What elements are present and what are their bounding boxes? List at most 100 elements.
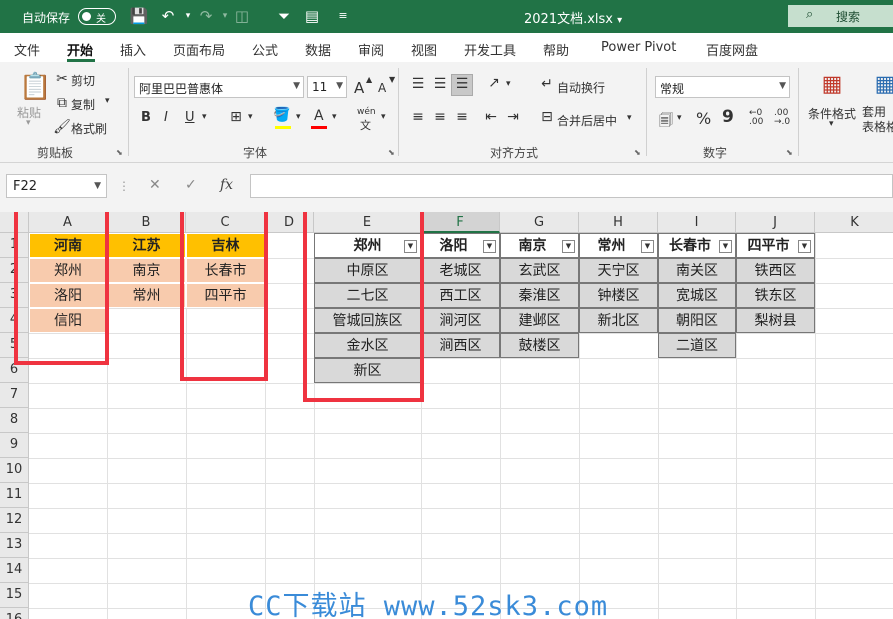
align-right-icon[interactable]: ≡ [452,109,472,125]
cell-district[interactable]: 朝阳区 [658,308,736,333]
accounting-format-icon[interactable]: 🗐 [656,110,676,134]
row-header[interactable]: 14 [0,558,29,583]
table-header-cell[interactable]: 长春市 ▼ [658,233,736,258]
align-middle-icon[interactable]: ☰ [430,76,450,92]
save-icon[interactable]: 💾 [129,6,149,26]
decrease-font-button[interactable]: A [378,81,386,95]
bold-button[interactable]: B [141,110,151,125]
cell-district[interactable]: 涧河区 [421,308,500,333]
orientation-dropdown-icon[interactable]: ▾ [506,79,511,89]
column-header-b[interactable]: B [107,212,186,233]
filter-dropdown-icon[interactable]: ▼ [562,240,575,253]
tab-formulas[interactable]: 公式 [252,40,278,59]
filter-dropdown-icon[interactable]: ▼ [641,240,654,253]
font-color-icon[interactable]: A [314,108,324,124]
comma-style-button[interactable]: 9 [722,107,734,127]
filter-dropdown-icon[interactable]: ▼ [719,240,732,253]
row-header[interactable]: 8 [0,408,29,433]
percent-button[interactable]: % [696,109,711,128]
cell-city[interactable]: 南京 [107,258,186,283]
filter-dropdown-icon[interactable]: ▼ [798,240,811,253]
underline-dropdown-icon[interactable]: ▾ [202,112,207,122]
insert-function-button[interactable]: fx [220,177,233,193]
font-name-combo[interactable]: 阿里巴巴普惠体 ▼ [134,76,304,98]
increase-font-button[interactable]: A [354,79,364,97]
increase-decimal-icon[interactable]: ←0.00 [749,109,763,127]
cell-district[interactable]: 天宁区 [579,258,658,283]
worksheet-grid[interactable]: A B C D E F G H I J K 1 2 3 4 5 6 7 8 9 … [0,212,893,619]
cell-district[interactable]: 鼓楼区 [500,333,579,358]
filter-icon[interactable]: ⏷ [274,6,294,26]
merge-center-button[interactable]: 合并后居中 [557,112,617,129]
italic-button[interactable]: I [164,110,168,125]
cell-district[interactable]: 铁西区 [736,258,815,283]
table-header-cell[interactable]: 南京 ▼ [500,233,579,258]
conditional-format-dropdown-icon[interactable]: ▾ [829,119,834,129]
row-header[interactable]: 7 [0,383,29,408]
form-icon[interactable]: ▤ [302,6,322,26]
increase-indent-icon[interactable]: ⇥ [503,109,523,125]
cell-district[interactable]: 二道区 [658,333,736,358]
tab-baidu-netdisk[interactable]: 百度网盘 [706,40,758,59]
column-header-g[interactable]: G [500,212,579,233]
decrease-indent-icon[interactable]: ⇤ [481,109,501,125]
formula-input[interactable] [250,174,893,198]
format-painter-button[interactable]: 格式刷 [71,120,107,137]
phonetic-button[interactable]: wén [357,107,376,117]
search-box[interactable]: ⌕ 搜索 [788,5,893,27]
cell-district[interactable]: 涧西区 [421,333,500,358]
number-format-combo[interactable]: 常规 ▼ [655,76,790,98]
row-header[interactable]: 12 [0,508,29,533]
paste-icon[interactable]: 📋 [19,72,51,102]
underline-button[interactable]: U [185,110,195,125]
cell-district[interactable]: 西工区 [421,283,500,308]
align-left-icon[interactable]: ≡ [408,109,428,125]
cell-district[interactable]: 建邺区 [500,308,579,333]
cell-district[interactable]: 钟楼区 [579,283,658,308]
filter-dropdown-icon[interactable]: ▼ [483,240,496,253]
phonetic-dropdown-icon[interactable]: ▾ [381,112,386,122]
accounting-dropdown-icon[interactable]: ▾ [677,113,682,123]
cell-district[interactable]: 玄武区 [500,258,579,283]
tab-home[interactable]: 开始 [67,40,93,59]
copy-button[interactable]: 复制 [71,96,95,113]
cell-city[interactable]: 常州 [107,283,186,308]
row-header[interactable]: 10 [0,458,29,483]
wrap-text-button[interactable]: 自动换行 [557,79,605,96]
enter-icon[interactable]: ✓ [185,177,197,193]
column-header-h[interactable]: H [579,212,658,233]
undo-icon[interactable]: ↶ [158,6,178,26]
row-header[interactable]: 9 [0,433,29,458]
column-header-j[interactable]: J [736,212,815,233]
number-launcher-icon[interactable]: ⬊ [786,148,793,157]
row-header[interactable]: 16 [0,608,29,619]
decrease-decimal-icon[interactable]: .00 →.0 [774,109,790,127]
font-launcher-icon[interactable]: ⬊ [388,148,395,157]
cell-district[interactable]: 铁东区 [736,283,815,308]
cell-district[interactable]: 南关区 [658,258,736,283]
tab-help[interactable]: 帮助 [543,40,569,59]
column-header-f[interactable]: F [421,212,500,233]
copy-dropdown-icon[interactable]: ▾ [105,96,110,106]
borders-icon[interactable]: ⊞ [226,109,246,125]
tab-file[interactable]: 文件 [14,40,40,59]
cell-district[interactable]: 梨树县 [736,308,815,333]
clipboard-launcher-icon[interactable]: ⬊ [116,148,123,157]
fill-color-dropdown-icon[interactable]: ▾ [296,112,301,122]
cancel-icon[interactable]: ✕ [149,177,161,193]
font-size-combo[interactable]: 11 ▼ [307,76,347,98]
tab-data[interactable]: 数据 [305,40,331,59]
tab-insert[interactable]: 插入 [120,40,146,59]
font-color-dropdown-icon[interactable]: ▾ [332,112,337,122]
align-top-icon[interactable]: ☰ [408,76,428,92]
table-header-cell[interactable]: 洛阳 ▼ [421,233,500,258]
tab-review[interactable]: 审阅 [358,40,384,59]
name-box[interactable]: F22 ▼ [6,174,107,198]
tab-power-pivot[interactable]: Power Pivot [601,40,676,55]
cut-button[interactable]: 剪切 [71,72,95,89]
fill-color-icon[interactable]: 🪣 [272,107,292,123]
table-header-cell[interactable]: 常州 ▼ [579,233,658,258]
cell-district[interactable]: 新北区 [579,308,658,333]
orientation-icon[interactable]: ↗ [484,75,504,91]
cell-district[interactable]: 宽城区 [658,283,736,308]
